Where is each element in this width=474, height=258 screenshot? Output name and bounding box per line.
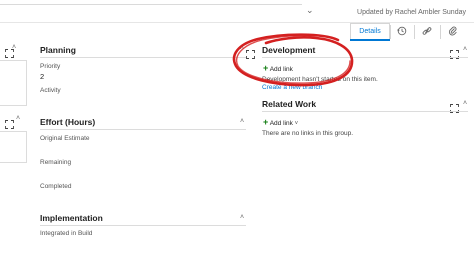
implementation-heading[interactable]: Implementation bbox=[40, 213, 103, 223]
completed-label: Completed bbox=[40, 183, 72, 190]
attachment-icon[interactable] bbox=[446, 26, 460, 38]
side-panel bbox=[0, 131, 27, 163]
expand-icon[interactable] bbox=[450, 46, 459, 59]
priority-value[interactable]: 2 bbox=[40, 72, 44, 81]
link-icon[interactable] bbox=[420, 26, 434, 38]
integrated-in-build-label: Integrated in Build bbox=[40, 230, 93, 237]
add-link-label: Add link bbox=[269, 120, 293, 127]
divider bbox=[262, 111, 468, 112]
divider bbox=[40, 225, 246, 226]
caret-up-icon[interactable]: ˄ bbox=[240, 214, 244, 221]
chevron-down-icon: ˅ bbox=[294, 121, 299, 127]
divider bbox=[390, 25, 391, 39]
caret-up-icon[interactable]: ˄ bbox=[463, 100, 467, 107]
chevron-down-icon[interactable]: ⌄ bbox=[306, 5, 314, 16]
caret-up-icon[interactable]: ˄ bbox=[240, 118, 244, 125]
caret-up-icon[interactable]: ˄ bbox=[463, 46, 467, 53]
annotation-circle bbox=[232, 33, 354, 87]
remaining-label: Remaining bbox=[40, 159, 72, 166]
plus-icon: + bbox=[263, 117, 269, 127]
expand-icon[interactable] bbox=[450, 100, 459, 113]
divider bbox=[414, 25, 415, 39]
work-item-form: ⌄ Updated by Rachel Ambler Sunday Detail… bbox=[0, 0, 474, 258]
priority-label: Priority bbox=[40, 63, 61, 70]
history-icon[interactable] bbox=[395, 26, 409, 38]
related-work-add-link-button[interactable]: + Add link ˅ bbox=[263, 117, 298, 127]
original-estimate-label: Original Estimate bbox=[40, 135, 90, 142]
expand-icon[interactable] bbox=[5, 116, 14, 129]
caret-up-icon[interactable]: ˄ bbox=[16, 115, 20, 122]
title-field-underline bbox=[0, 4, 302, 5]
effort-heading[interactable]: Effort (Hours) bbox=[40, 117, 95, 127]
divider bbox=[40, 57, 246, 58]
caret-up-icon[interactable]: ˄ bbox=[12, 44, 16, 51]
divider bbox=[440, 25, 441, 39]
planning-heading[interactable]: Planning bbox=[40, 45, 76, 55]
divider bbox=[0, 22, 474, 23]
divider bbox=[40, 129, 246, 130]
updated-by-text: Updated by Rachel Ambler Sunday bbox=[357, 9, 466, 16]
activity-label: Activity bbox=[40, 87, 61, 94]
side-panel bbox=[0, 60, 27, 106]
related-work-empty-note: There are no links in this group. bbox=[262, 130, 354, 137]
